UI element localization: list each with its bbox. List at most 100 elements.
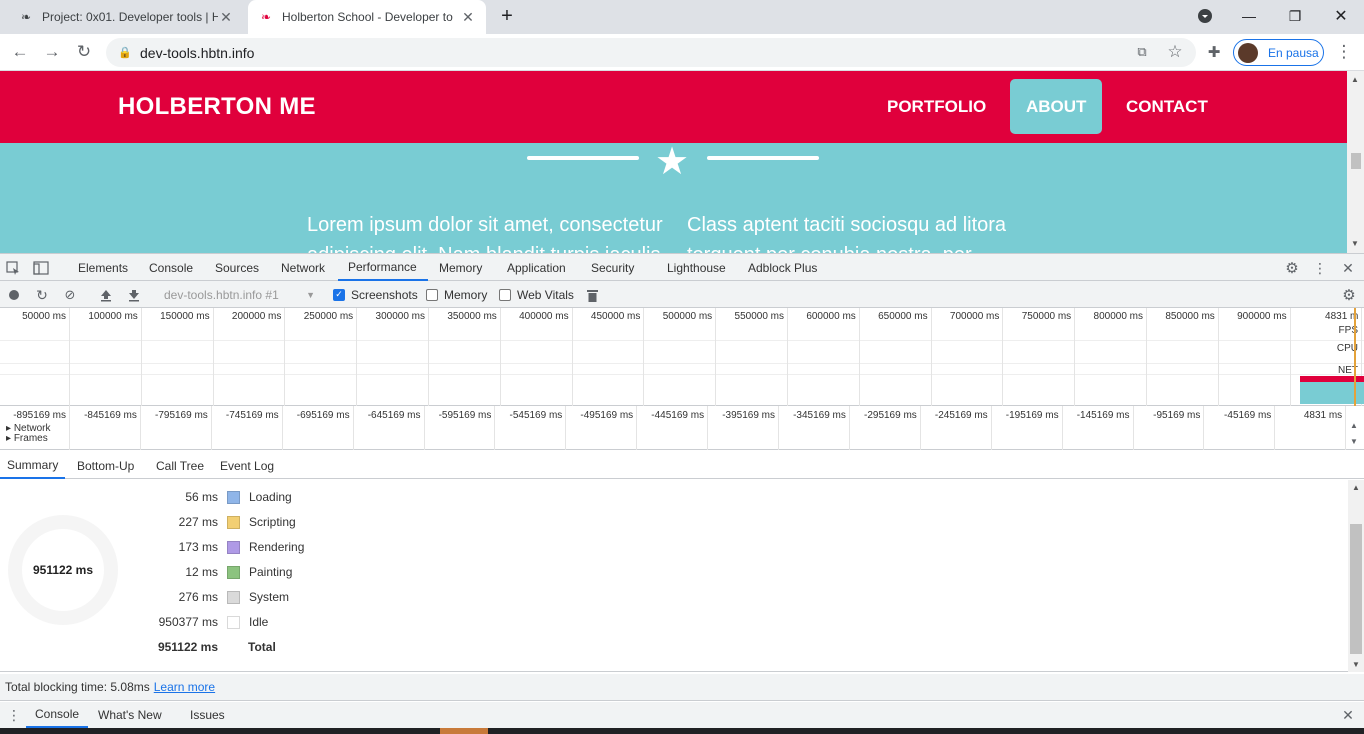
scroll-up-icon[interactable]: ▲ <box>1352 483 1360 492</box>
details-tab-bar: Summary Bottom-Up Call Tree Event Log <box>0 453 1364 479</box>
ruler-scroll-down-icon[interactable]: ▼ <box>1348 436 1360 446</box>
ruler-gridline <box>69 406 70 450</box>
overview-row-divider <box>0 374 1364 375</box>
scroll-up-icon[interactable]: ▲ <box>1351 75 1359 84</box>
extensions-icon[interactable]: ✚ <box>1200 38 1228 66</box>
capture-settings-gear-icon[interactable]: ⚙ <box>1340 286 1358 304</box>
target-select[interactable]: dev-tools.hbtn.info #1 ▼ <box>156 285 321 304</box>
bookmark-star-icon[interactable]: ☆ <box>1161 38 1189 66</box>
trash-icon[interactable] <box>584 287 600 303</box>
drawer-tab-whats-new[interactable]: What's New <box>89 702 171 728</box>
devtools-tab-bar: Elements Console Sources Network Perform… <box>0 254 1364 281</box>
nav-portfolio[interactable]: PORTFOLIO <box>871 79 1002 134</box>
drawer-menu-icon[interactable]: ⋮ <box>6 707 22 723</box>
row-value: 227 ms <box>178 515 218 529</box>
reload-record-icon[interactable]: ↻ <box>34 287 50 303</box>
tab-adblock-plus[interactable]: Adblock Plus <box>738 254 827 281</box>
scroll-down-icon[interactable]: ▼ <box>1351 239 1359 248</box>
overview-gridline <box>284 308 286 406</box>
memory-checkbox[interactable]: Memory <box>426 281 487 308</box>
ruler-tick-label: -445169 ms <box>651 410 705 421</box>
upload-icon[interactable] <box>98 287 114 303</box>
back-icon[interactable]: ← <box>6 38 34 66</box>
close-icon[interactable]: ✕ <box>460 9 476 26</box>
close-icon[interactable]: ✕ <box>218 9 234 26</box>
tab-event-log[interactable]: Event Log <box>213 453 281 479</box>
row-value: 56 ms <box>185 490 218 504</box>
timeline-overview[interactable]: 50000 ms 100000 ms 150000 ms 200000 ms 25000… <box>0 308 1364 406</box>
screenshots-checkbox[interactable]: ✓ Screenshots <box>333 281 418 308</box>
device-toolbar-icon[interactable] <box>32 260 50 276</box>
overview-tick-label: 300000 ms <box>375 311 425 322</box>
web-vitals-checkbox[interactable]: Web Vitals <box>499 281 574 308</box>
download-icon[interactable] <box>126 287 142 303</box>
tab-application[interactable]: Application <box>497 254 576 281</box>
minimize-icon[interactable]: — <box>1226 0 1272 32</box>
tab-memory[interactable]: Memory <box>429 254 492 281</box>
learn-more-link[interactable]: Learn more <box>154 680 215 694</box>
record-icon[interactable] <box>7 288 21 302</box>
overview-tick-label: 200000 ms <box>231 311 282 322</box>
more-menu-icon[interactable]: ⋮ <box>1330 38 1358 66</box>
ruler-scroll-up-icon[interactable]: ▲ <box>1348 420 1360 430</box>
checkbox-icon <box>426 288 438 301</box>
taskbar-item[interactable] <box>440 728 488 734</box>
target-select-value: dev-tools.hbtn.info #1 <box>164 287 279 302</box>
tab-lighthouse[interactable]: Lighthouse <box>657 254 736 281</box>
overview-gridline <box>1217 308 1219 406</box>
ruler-tick-label: -245169 ms <box>934 410 988 421</box>
close-drawer-icon[interactable]: ✕ <box>1340 707 1356 723</box>
flamechart-ruler[interactable]: -895169 ms -845169 ms -795169 ms -745169 ms… <box>0 406 1364 450</box>
clear-icon[interactable]: ⊘ <box>62 287 78 303</box>
tab-sources[interactable]: Sources <box>205 254 269 281</box>
new-tab-button[interactable]: + <box>484 0 530 32</box>
close-devtools-icon[interactable]: ✕ <box>1340 259 1356 277</box>
rendering-swatch <box>227 540 240 554</box>
summary-scrollbar[interactable]: ▲ ▼ <box>1348 480 1364 672</box>
about-text-left: Lorem ipsum dolor sit amet, consectetur … <box>307 214 663 253</box>
ruler-tick-label: -695169 ms <box>296 410 350 421</box>
tab-performance[interactable]: Performance <box>338 254 428 281</box>
web-vitals-label: Web Vitals <box>517 287 574 302</box>
overview-gridline <box>1146 308 1147 406</box>
settings-gear-icon[interactable]: ⚙ <box>1283 259 1301 277</box>
page-scrollbar[interactable]: ▲ ▼ <box>1347 71 1364 253</box>
selection-marker[interactable] <box>1354 308 1356 406</box>
inspect-element-icon[interactable] <box>5 260 21 276</box>
drawer-tab-console[interactable]: Console <box>26 702 89 728</box>
profile-label: En pausa <box>1268 45 1319 60</box>
forward-icon[interactable]: → <box>38 38 66 66</box>
overview-gridline <box>1289 308 1291 406</box>
site-brand[interactable]: HOLBERTON ME <box>118 93 316 121</box>
tab-title: Holberton School - Developer to <box>282 10 453 24</box>
scroll-down-icon[interactable]: ▼ <box>1352 660 1360 669</box>
tab-console[interactable]: Console <box>139 254 203 281</box>
track-network[interactable]: ▸ Network <box>6 423 51 431</box>
tab-search-icon[interactable] <box>1182 0 1228 32</box>
tab-network[interactable]: Network <box>271 254 335 281</box>
more-options-icon[interactable]: ⋮ <box>1312 259 1328 277</box>
overview-tick-label: 150000 ms <box>160 311 210 322</box>
close-window-icon[interactable]: ✕ <box>1318 0 1364 32</box>
overview-tick-label: 900000 ms <box>1237 311 1287 322</box>
nav-about[interactable]: ABOUT <box>1010 79 1103 134</box>
track-frames[interactable]: ▸ Frames <box>6 433 48 444</box>
tab-call-tree[interactable]: Call Tree <box>149 453 211 479</box>
scrollbar-thumb[interactable] <box>1351 153 1361 169</box>
overview-gridline <box>140 308 142 406</box>
profile-button[interactable]: En pausa <box>1233 39 1324 66</box>
address-bar[interactable]: 🔒 dev-tools.hbtn.info <box>106 38 1196 67</box>
idle-swatch <box>227 615 240 629</box>
tab-elements[interactable]: Elements <box>68 254 138 281</box>
scrollbar-thumb[interactable] <box>1350 524 1362 654</box>
drawer-tab-issues[interactable]: Issues <box>181 702 234 728</box>
reload-icon[interactable]: ↻ <box>70 38 98 66</box>
restore-icon[interactable]: ❐ <box>1272 0 1318 32</box>
tab-security[interactable]: Security <box>581 254 644 281</box>
tab-summary[interactable]: Summary <box>0 453 66 479</box>
nav-contact[interactable]: CONTACT <box>1110 79 1224 134</box>
translate-icon[interactable]: ⧉ <box>1128 38 1156 66</box>
browser-tab-project[interactable]: ❧ Project: 0x01. Developer tools | H ✕ <box>8 0 244 34</box>
tab-bottom-up[interactable]: Bottom-Up <box>70 453 141 479</box>
browser-tab-holberton[interactable]: ❧ Holberton School - Developer to ✕ <box>248 0 486 34</box>
